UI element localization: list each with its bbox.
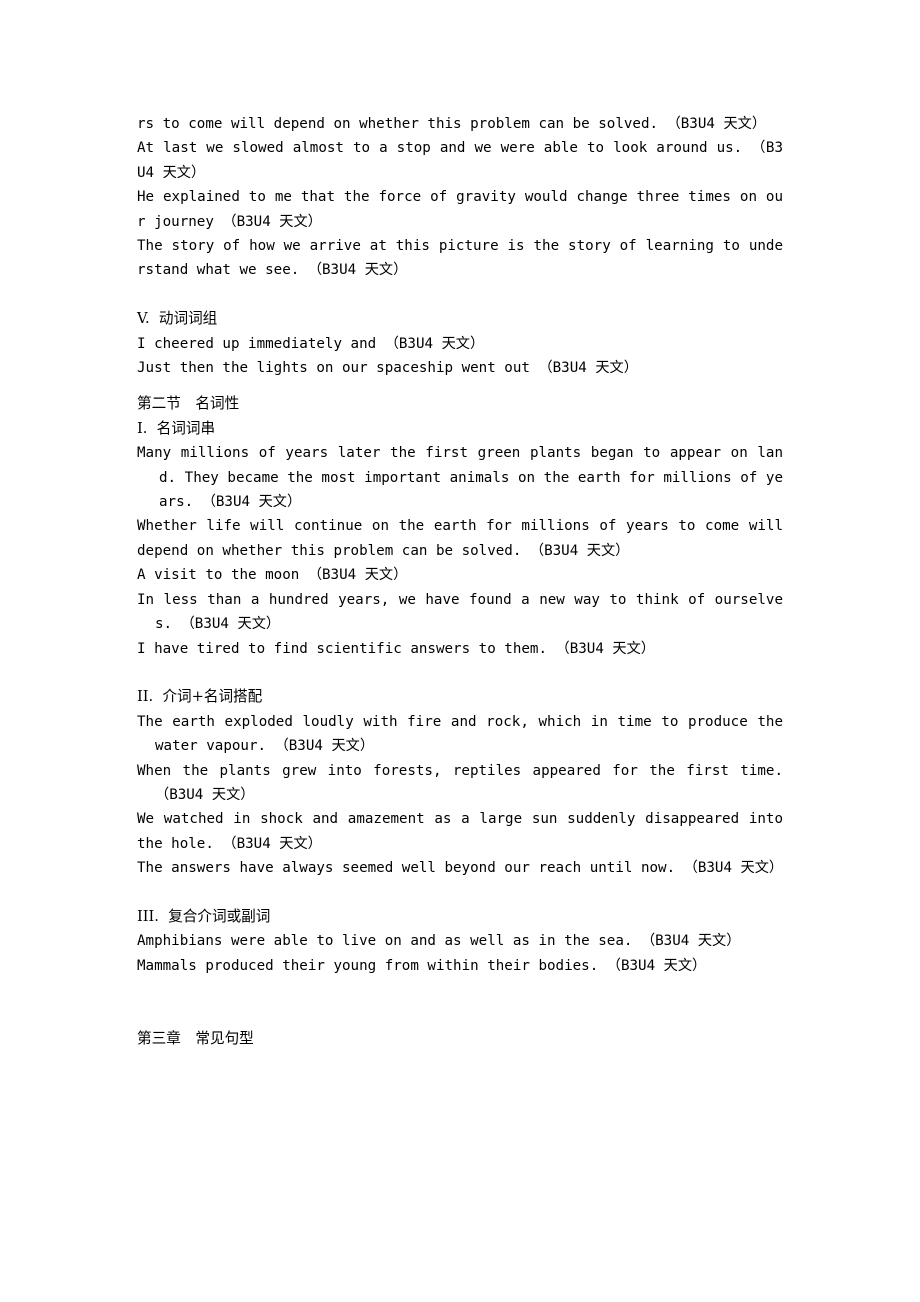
- heading-section-two: 第二节 名词性: [137, 395, 240, 413]
- sentence-line: When the plants grew into forests, repti…: [137, 762, 783, 803]
- sentence-line: The earth exploded loudly with fire and …: [137, 713, 783, 755]
- heading-verb-phrases: V. 动词词组: [137, 310, 218, 328]
- document-body: rs to come will depend on whether this p…: [137, 112, 783, 1051]
- sentence-line: We watched in shock and amazement as a l…: [137, 811, 783, 852]
- sentence-line: rs to come will depend on whether this p…: [137, 116, 767, 132]
- sentence-line: Whether life will continue on the earth …: [137, 518, 783, 559]
- sentence-line: At last we slowed almost to a stop and w…: [137, 140, 783, 181]
- sentence-line: I have tired to find scientific answers …: [137, 640, 655, 657]
- sentence-line: The story of how we arrive at this pictu…: [137, 238, 783, 279]
- heading-noun-strings: I. 名词词串: [137, 419, 216, 437]
- sentence-line: Many millions of years later the first g…: [137, 445, 783, 511]
- heading-prep-noun-collocation: II. 介词+名词搭配: [137, 688, 263, 706]
- heading-compound-prep-adverb: III. 复合介词或副词: [137, 907, 271, 925]
- heading-chapter-three: 第三章 常见句型: [137, 1029, 254, 1047]
- sentence-line: Mammals produced their young from within…: [137, 957, 707, 974]
- sentence-line: I cheered up immediately and （B3U4 天文）: [137, 335, 485, 352]
- sentence-line: A visit to the moon （B3U4 天文）: [137, 567, 408, 584]
- sentence-line: He explained to me that the force of gra…: [137, 189, 783, 230]
- sentence-line: The answers have always seemed well beyo…: [137, 860, 784, 877]
- sentence-line: Amphibians were able to live on and as w…: [137, 933, 741, 950]
- document-page: rs to come will depend on whether this p…: [0, 0, 920, 1302]
- sentence-line: Just then the lights on our spaceship we…: [137, 360, 638, 377]
- sentence-line: In less than a hundred years, we have fo…: [137, 591, 783, 633]
